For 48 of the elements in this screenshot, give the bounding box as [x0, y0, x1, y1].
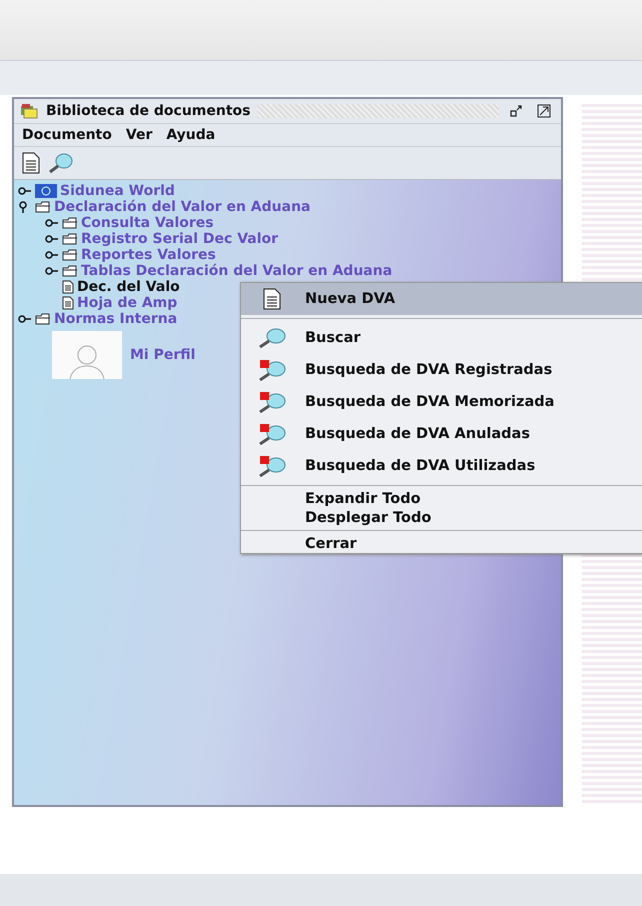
document-icon [263, 288, 281, 310]
tree-item[interactable]: Registro Serial Dec Valor [81, 231, 278, 247]
menu-item[interactable]: Nueva DVA [241, 283, 642, 315]
folder-icon [62, 217, 78, 229]
menu-item[interactable]: Buscar [241, 322, 642, 354]
tree-item[interactable]: Dec. del Valo [77, 279, 180, 295]
menu-item[interactable]: Busqueda de DVA Memorizada [241, 386, 642, 418]
menu-item[interactable]: Desplegar Todo [241, 508, 642, 527]
window-title: Biblioteca de documentos [46, 103, 251, 119]
books-icon [20, 103, 40, 119]
tree-item[interactable]: Normas Interna [54, 311, 178, 327]
menu-item[interactable]: Ver [126, 127, 152, 143]
folder-icon [35, 201, 51, 213]
tree-item[interactable]: Reportes Valores [81, 247, 216, 263]
tree-item[interactable]: Declaración del Valor en Aduana [54, 199, 310, 215]
tree-item[interactable]: Hoja de Amp [77, 295, 178, 311]
collapsed-toggle-icon[interactable] [45, 218, 59, 228]
tree-item[interactable]: Consulta Valores [81, 215, 214, 231]
folder-icon [35, 313, 51, 325]
flagged-search-icon [257, 359, 287, 381]
tree-item[interactable]: Tablas Declaración del Valor en Aduana [81, 263, 392, 279]
menu-item[interactable]: Busqueda de DVA Registradas [241, 354, 642, 386]
menu-item[interactable]: Ayuda [166, 127, 216, 143]
collapsed-toggle-icon[interactable] [45, 250, 59, 260]
search-icon [257, 327, 287, 349]
flagged-search-icon [257, 423, 287, 445]
menu-item[interactable]: Documento [22, 127, 112, 143]
folder-icon [62, 249, 78, 261]
document-icon [62, 280, 74, 294]
search-button[interactable] [48, 152, 74, 174]
flagged-search-icon [257, 391, 287, 413]
flag-icon [35, 184, 57, 198]
document-icon [62, 296, 74, 310]
flagged-search-icon [257, 455, 287, 477]
collapsed-toggle-icon[interactable] [18, 314, 32, 324]
menu-item[interactable]: Busqueda de DVA Anuladas [241, 418, 642, 450]
document-button[interactable] [22, 152, 40, 174]
tree-item[interactable]: Sidunea World [60, 183, 175, 199]
collapsed-toggle-icon[interactable] [45, 234, 59, 244]
collapsed-toggle-icon[interactable] [45, 266, 59, 276]
folder-icon [62, 265, 78, 277]
avatar-placeholder [52, 331, 122, 379]
tree-item[interactable]: Mi Perfil [130, 347, 196, 363]
menu-item[interactable]: Expandir Todo [241, 489, 642, 508]
collapsed-toggle-icon[interactable] [18, 186, 32, 196]
folder-icon [62, 233, 78, 245]
menu-item[interactable]: Busqueda de DVA Utilizadas [241, 450, 642, 482]
menu-item[interactable]: Cerrar [241, 534, 642, 553]
